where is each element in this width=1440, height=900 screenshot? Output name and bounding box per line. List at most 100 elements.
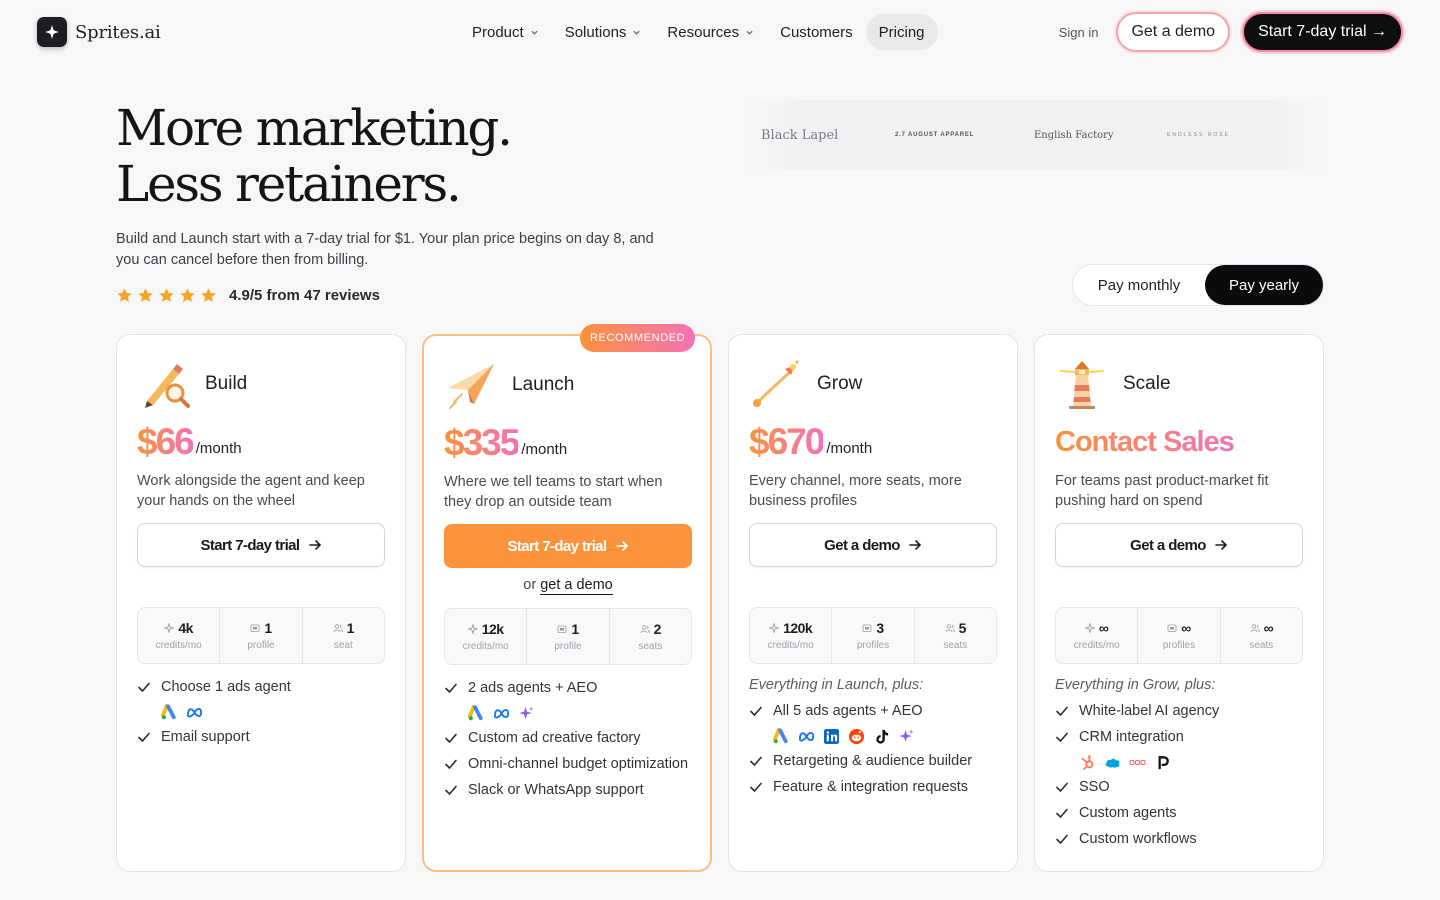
stat-label: profiles: [1162, 640, 1196, 651]
nav-item-product[interactable]: Product: [459, 14, 552, 50]
stat-value: ∞: [1098, 620, 1109, 636]
plus-heading: Everything in Launch, plus:: [749, 677, 924, 693]
feature-item: Custom ad creative factory: [444, 728, 692, 748]
stat-value: 4k: [178, 620, 193, 636]
start-trial-button[interactable]: Start 7-day trial: [444, 524, 692, 568]
feature-text: Email support: [161, 729, 250, 745]
pay-yearly-option[interactable]: Pay yearly: [1205, 265, 1323, 305]
plan-description: For teams past product-market fit pushin…: [1055, 473, 1269, 509]
stat-value: 3: [876, 620, 884, 636]
feature-list: Everything in Grow, plus: White-label AI…: [1055, 677, 1303, 855]
check-icon: [1056, 782, 1068, 793]
hubspot-icon: [1081, 754, 1094, 770]
check-icon: [1056, 706, 1068, 717]
plan-card-scale: Scale Contact Sales For teams past produ…: [1034, 334, 1324, 872]
feature-item: Custom workflows: [1055, 829, 1303, 849]
feature-item: CRM integration: [1055, 727, 1303, 747]
profile-card-icon: [862, 624, 872, 632]
get-demo-button[interactable]: Get a demo: [1055, 523, 1303, 567]
profile-card-icon: [250, 624, 260, 632]
nav-item-resources[interactable]: Resources: [654, 14, 767, 50]
plan-description: Work alongside the agent and keep your h…: [137, 473, 365, 509]
stat-profiles: ∞ profiles: [1138, 608, 1221, 663]
reviews-summary: 4.9/5 from 47 reviews: [116, 287, 380, 304]
start-trial-button[interactable]: Start 7-day trial: [137, 523, 385, 567]
get-demo-button[interactable]: Get a demo: [1116, 12, 1231, 52]
nav-actions: Sign in Get a demo Start 7-day trial →: [1059, 12, 1403, 52]
plan-price: $66 /month: [137, 421, 242, 463]
recommended-badge: RECOMMENDED: [580, 324, 696, 352]
stat-label: profile: [247, 640, 275, 651]
arrow-right-icon: [1215, 540, 1227, 550]
stat-label: credits/mo: [1073, 640, 1120, 651]
billing-toggle: Pay monthly Pay yearly: [1072, 264, 1324, 306]
nav-item-pricing[interactable]: Pricing: [865, 14, 938, 50]
start-trial-button[interactable]: Start 7-day trial →: [1242, 12, 1403, 52]
stat-seats: 5 seats: [915, 608, 996, 663]
paper-plane-icon: [448, 364, 494, 409]
google-ads-icon: [468, 704, 483, 720]
get-demo-button[interactable]: Get a demo: [749, 523, 997, 567]
nav-label: Product: [472, 23, 524, 41]
or-get-demo: or get a demo: [444, 577, 692, 595]
price-period: /month: [195, 440, 242, 457]
stat-value: 5: [958, 620, 967, 636]
brand-logo[interactable]: Sprites.ai: [37, 17, 161, 47]
check-icon: [445, 733, 457, 744]
nav-label: Pricing: [878, 23, 925, 41]
stat-label: credits/mo: [462, 641, 509, 652]
stat-credits: 12k credits/mo: [445, 609, 528, 664]
stat-seats: 1 seat: [303, 608, 384, 663]
channel-icons: [773, 726, 997, 746]
star-icon: [159, 288, 174, 302]
stat-credits: 120k credits/mo: [750, 608, 833, 663]
sparkle-icon: [1084, 623, 1095, 633]
cta-label: Start 7-day trial: [200, 536, 300, 554]
nav-item-customers[interactable]: Customers: [767, 14, 866, 50]
cta-label: Get a demo: [1130, 536, 1206, 554]
check-icon: [1056, 732, 1068, 743]
feature-text: Custom ad creative factory: [468, 730, 641, 746]
check-icon: [750, 756, 762, 767]
nav-label: Customers: [780, 23, 853, 41]
cta-label: Start 7-day trial: [507, 537, 607, 555]
price-amount: $66: [137, 421, 195, 462]
monday-icon: [1129, 759, 1146, 765]
feature-text: CRM integration: [1079, 729, 1184, 745]
cta-label: Get a demo: [824, 536, 900, 554]
star-icon: [180, 288, 195, 302]
plan-price: $670 /month: [749, 421, 872, 463]
plus-heading: Everything in Grow, plus:: [1055, 677, 1216, 693]
stat-value: ∞: [1263, 620, 1274, 636]
check-icon: [750, 706, 762, 717]
users-icon: [945, 624, 955, 633]
feature-text: Retargeting & audience builder: [773, 753, 973, 769]
stat-value: 1: [264, 620, 272, 636]
sign-in-link[interactable]: Sign in: [1059, 25, 1099, 40]
google-ads-icon: [161, 703, 176, 719]
check-icon: [750, 782, 762, 793]
feature-item: Choose 1 ads agent: [137, 677, 385, 697]
check-icon: [445, 759, 457, 770]
feature-item: Retargeting & audience builder: [749, 751, 997, 771]
feature-text: Slack or WhatsApp support: [468, 782, 644, 798]
customer-logos: Black Lapel 2.7 AUGUST APPAREL English F…: [745, 100, 1325, 170]
meta-icon: [186, 707, 203, 717]
lighthouse-icon: [1060, 361, 1104, 409]
stat-seats: 2 seats: [610, 609, 691, 664]
channel-icons: [161, 702, 385, 722]
ai-sparkle-icon: [519, 705, 534, 719]
feature-text: All 5 ads agents + AEO: [773, 703, 923, 719]
title-line-2: Less retainers.: [116, 155, 462, 213]
rocket-icon: [753, 359, 800, 407]
chevron-down-icon: [531, 30, 538, 35]
stat-value: 2: [653, 621, 662, 637]
nav-item-solutions[interactable]: Solutions: [552, 14, 655, 50]
crm-icons: [1079, 752, 1303, 772]
profile-card-icon: [557, 625, 567, 633]
get-demo-link[interactable]: get a demo: [540, 577, 613, 595]
customer-logo: English Factory: [1034, 129, 1114, 141]
pay-monthly-option[interactable]: Pay monthly: [1073, 265, 1205, 305]
top-nav: Sprites.ai Product Solutions Resources C…: [0, 0, 1440, 64]
plan-name: Launch: [512, 374, 575, 395]
